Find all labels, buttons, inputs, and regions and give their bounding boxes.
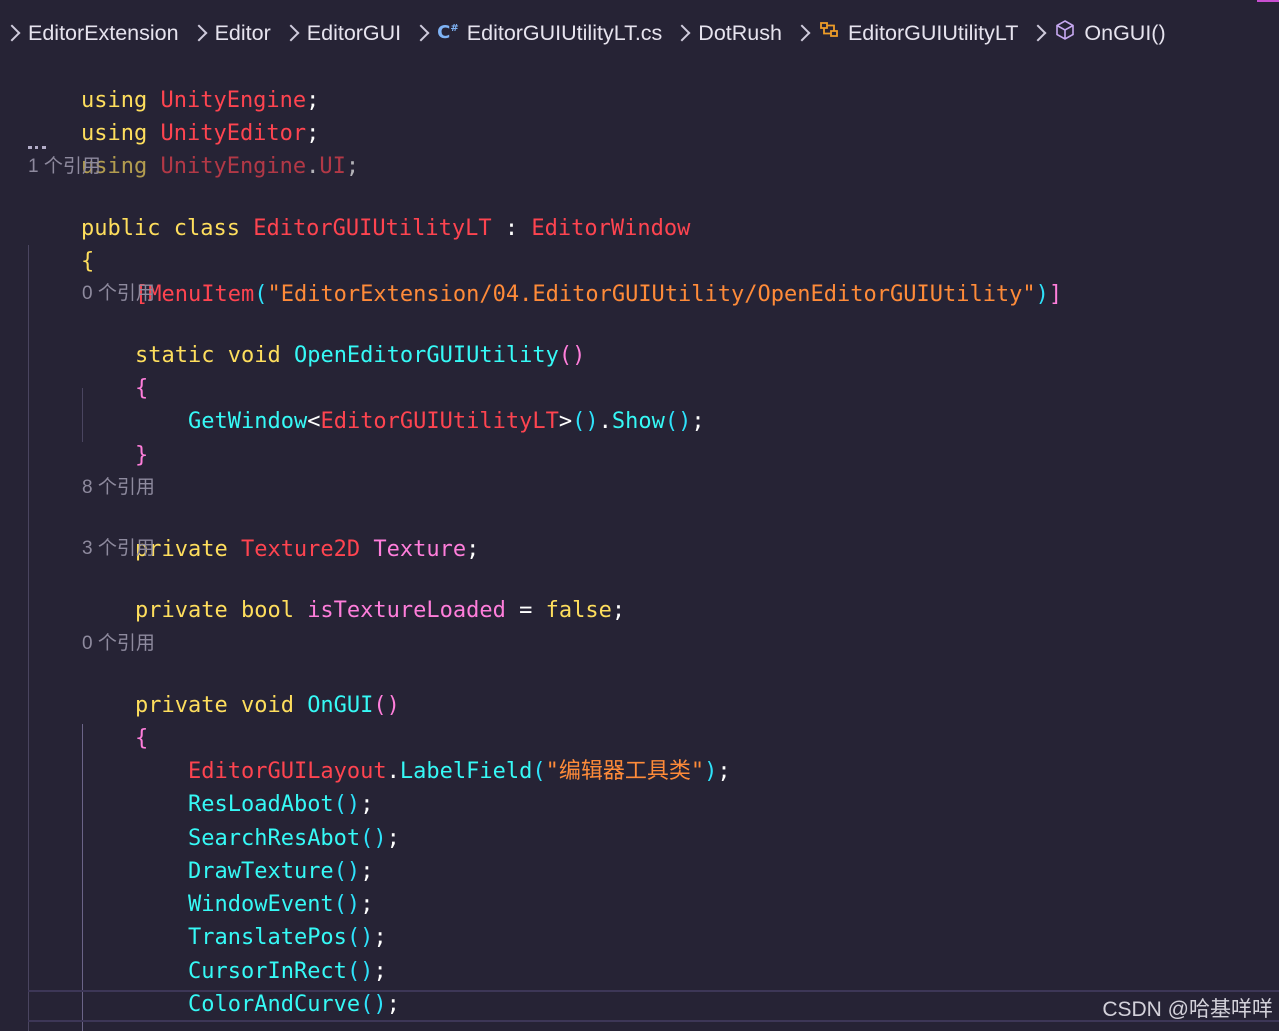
- code-line-call: WindowEvent();: [135, 857, 373, 917]
- chevron-right-icon: [412, 24, 430, 42]
- paren: (): [558, 343, 586, 368]
- paren: ): [704, 759, 718, 784]
- breadcrumb-item-method[interactable]: OnGUI(): [1084, 21, 1165, 46]
- codelens-references[interactable]: 0 个引用: [82, 281, 155, 307]
- code-line-open-method: static void OpenEditorGUIUtility(): [82, 308, 585, 368]
- unused-using-hint: [28, 146, 46, 149]
- chevron-right-icon: [673, 24, 691, 42]
- keyword: private: [134, 598, 228, 623]
- code-line-labelfield: EditorGUILayout.LabelField("编辑器工具类");: [135, 724, 731, 784]
- paren: (): [664, 409, 692, 434]
- method-call: ColorAndCurve: [187, 992, 361, 1017]
- code-line-loaded-field: private bool isTextureLoaded = false;: [82, 563, 625, 623]
- paren: (): [572, 409, 599, 434]
- code-line-texture-field: private Texture2D Texture;: [82, 502, 479, 562]
- punctuation: ;: [611, 598, 626, 623]
- breadcrumb-item-editorextension[interactable]: EditorExtension: [28, 21, 179, 46]
- paren: (: [532, 759, 546, 784]
- watermark: CSDN @哈基咩咩: [1102, 998, 1273, 1021]
- punctuation: ;: [345, 154, 360, 179]
- code-line-open-brace: {: [28, 214, 94, 274]
- code-line-call: TranslatePos();: [135, 890, 387, 950]
- breadcrumb-item-namespace[interactable]: DotRush: [698, 21, 782, 46]
- punctuation: ;: [717, 759, 731, 784]
- punctuation: ;: [466, 537, 480, 562]
- paren: ): [1035, 282, 1049, 307]
- keyword: false: [545, 598, 612, 623]
- field-name: Texture: [373, 537, 467, 562]
- code-line-2: using UnityEditor;: [28, 86, 319, 146]
- code-line-call: ResLoadAbot();: [135, 757, 373, 817]
- breadcrumb-item-file[interactable]: EditorGUIUtilityLT.cs: [467, 21, 663, 46]
- punctuation: .: [598, 409, 612, 434]
- method-name: OnGUI: [307, 693, 374, 718]
- punctuation: :: [491, 216, 532, 241]
- chevron-right-icon: [190, 24, 208, 42]
- punctuation: .: [306, 154, 320, 179]
- code-editor[interactable]: using UnityEngine; using UnityEditor; us…: [0, 62, 1279, 1031]
- breadcrumb-item-editorgui[interactable]: EditorGUI: [307, 21, 401, 46]
- indent-guide: [28, 245, 29, 1031]
- code-line-call: ColorAndCurve();: [135, 957, 400, 1017]
- class-name: EditorGUIUtilityLT: [253, 216, 492, 241]
- punctuation: ;: [386, 992, 400, 1017]
- punctuation: .: [386, 759, 400, 784]
- method-name: OpenEditorGUIUtility: [293, 343, 559, 368]
- string-literal: "EditorExtension/04.EditorGUIUtility/Ope…: [267, 282, 1036, 307]
- breadcrumb-item-editor[interactable]: Editor: [215, 21, 271, 46]
- chevron-right-icon: [3, 24, 21, 42]
- angle-bracket: <: [307, 409, 321, 434]
- codelens-references[interactable]: 8 个引用: [82, 475, 155, 501]
- code-line-1: using UnityEngine;: [28, 53, 319, 113]
- field-name: isTextureLoaded: [307, 598, 506, 623]
- keyword: private: [134, 693, 228, 718]
- code-line-call: SearchResAbot();: [135, 791, 400, 851]
- chevron-right-icon: [282, 24, 300, 42]
- csharp-file-icon: C#: [437, 21, 459, 43]
- code-line-3-unused: using UnityEngine.UI;: [28, 119, 359, 179]
- overview-ruler-marker: [1257, 0, 1279, 2]
- method-call: LabelField: [399, 759, 533, 784]
- breadcrumb-row: EditorExtension Editor EditorGUI C# Edit…: [3, 18, 1180, 48]
- class-icon: [818, 19, 840, 47]
- type-name: Texture2D: [240, 537, 361, 562]
- operator: =: [505, 598, 546, 623]
- breadcrumb-item-class[interactable]: EditorGUIUtilityLT: [848, 21, 1018, 46]
- bracket: ]: [1048, 282, 1063, 307]
- paren: (: [254, 282, 268, 307]
- method-call: Show: [611, 409, 665, 434]
- method-cube-icon: [1054, 19, 1076, 47]
- code-line-brace: }: [82, 408, 148, 468]
- method-call: GetWindow: [187, 409, 308, 434]
- angle-bracket: >: [558, 409, 573, 434]
- punctuation: ;: [386, 826, 400, 851]
- code-line-attribute: [MenuItem("EditorExtension/04.EditorGUIU…: [82, 247, 1062, 307]
- code-line-brace: {: [82, 341, 148, 401]
- brace: }: [134, 443, 149, 468]
- paren: (): [360, 992, 387, 1017]
- codelens-references[interactable]: 0 个引用: [82, 631, 155, 657]
- code-line-ongui: private void OnGUI(): [82, 658, 400, 718]
- keyword: void: [240, 693, 294, 718]
- keyword: bool: [240, 598, 294, 623]
- punctuation: ;: [691, 409, 705, 434]
- base-class: EditorWindow: [531, 216, 691, 241]
- paren: (): [373, 693, 400, 718]
- code-line-getwindow: GetWindow<EditorGUIUtilityLT>().Show();: [135, 374, 705, 434]
- string-literal: "编辑器工具类": [545, 759, 705, 784]
- namespace: UnityEngine: [160, 154, 307, 179]
- codelens-references[interactable]: 3 个引用: [82, 536, 155, 562]
- code-line-call: CursorInRect();: [135, 924, 387, 984]
- chevron-right-icon: [793, 24, 811, 42]
- code-line-brace: {: [82, 691, 148, 751]
- code-line-call: DrawTexture();: [135, 824, 373, 884]
- keyword: void: [227, 343, 281, 368]
- keyword: class: [173, 216, 240, 241]
- type-name: EditorGUIUtilityLT: [320, 409, 559, 434]
- attribute-name: MenuItem: [148, 282, 255, 307]
- namespace: UI: [319, 154, 346, 179]
- code-line-class: public class EditorGUIUtilityLT : Editor…: [28, 181, 690, 241]
- chevron-right-icon: [1029, 24, 1047, 42]
- codelens-references[interactable]: 1 个引用: [28, 154, 101, 180]
